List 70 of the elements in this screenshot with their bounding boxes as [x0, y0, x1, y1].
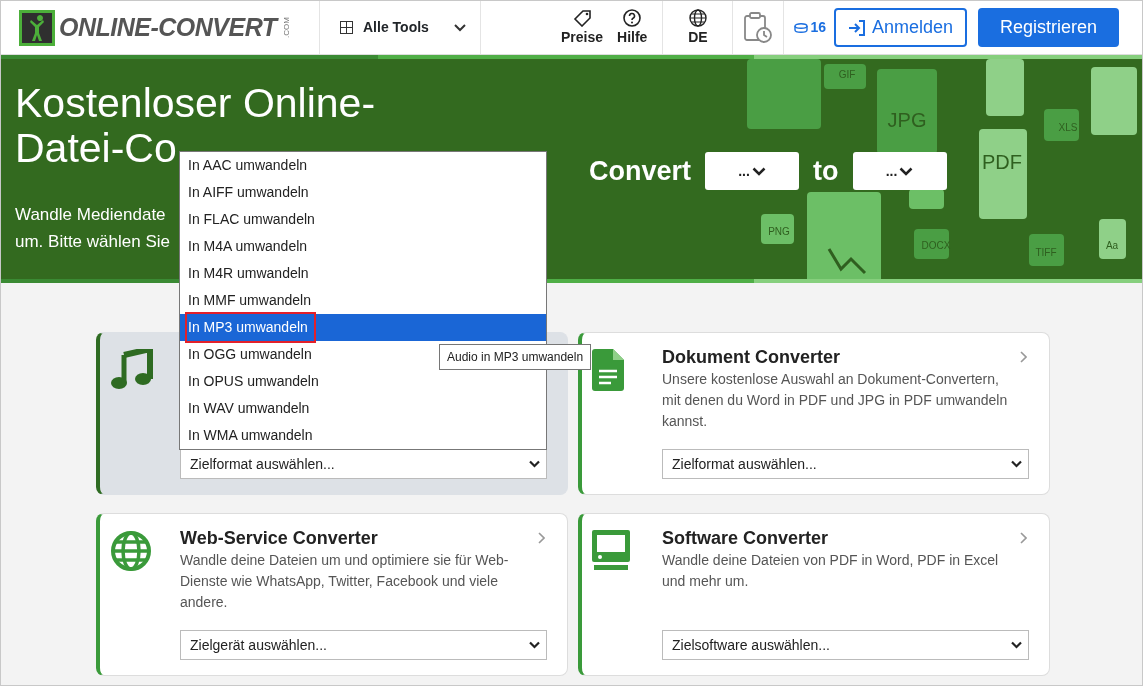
- converter-card[interactable]: Web-Service Converter Wandle deine Dateien um und optimiere sie für Web-Dienste wie WhatsApp, Twitter, Facebook und viele andere. Zielgerät auswählen...: [96, 513, 568, 676]
- dropdown-option[interactable]: In FLAC umwandeln: [180, 206, 546, 233]
- chevron-right-icon: [538, 532, 545, 544]
- select-field[interactable]: Zielformat auswählen...: [180, 449, 547, 479]
- login-button[interactable]: Anmelden: [833, 8, 968, 47]
- file-label: GIF: [838, 69, 856, 80]
- file-label: PDF: [982, 151, 1022, 173]
- hero-title-line: Datei-Co: [15, 126, 177, 172]
- monitor-icon: [592, 530, 630, 572]
- help-link[interactable]: Hilfe: [617, 9, 648, 46]
- chevron-down-icon: [529, 460, 540, 468]
- file-label: TIFF: [1035, 247, 1057, 258]
- dropdown-option[interactable]: In OPUS umwandeln: [180, 368, 546, 395]
- chevron-right-icon: [1020, 532, 1027, 544]
- select-field[interactable]: Zielsoftware auswählen...: [662, 630, 1029, 660]
- logo-icon: [19, 9, 55, 46]
- coins-icon: [794, 22, 809, 33]
- credits-link[interactable]: 16: [794, 17, 826, 38]
- format-select[interactable]: ...: [705, 152, 799, 191]
- file-label: PNG: [768, 226, 790, 237]
- chevron-down-icon: [751, 166, 766, 176]
- dropdown-option[interactable]: In M4R umwandeln: [180, 260, 546, 287]
- chevron-down-icon: [899, 166, 914, 176]
- dropdown-option[interactable]: In MMF umwandeln: [180, 287, 546, 314]
- card-title: Software Converter: [662, 528, 829, 550]
- card-description: Unsere kostenlose Auswahl an Dokument-Convertern, mit denen du Word in PDF und JPG in PDF umwandeln kannst.: [662, 369, 1009, 431]
- pricing-link[interactable]: Preise: [561, 9, 604, 46]
- select-field[interactable]: Zielgerät auswählen...: [180, 630, 547, 660]
- chevron-right-icon: [1020, 351, 1027, 363]
- hero-text-line: Wandle Mediendate: [15, 204, 166, 227]
- sign-in-icon: [847, 19, 866, 36]
- language-link[interactable]: DE: [688, 9, 708, 46]
- chevron-down-icon: [529, 641, 540, 649]
- logo-suffix: .COM: [280, 17, 292, 38]
- file-label: Aa: [1105, 240, 1119, 251]
- globe-icon: [110, 530, 152, 572]
- help-icon: [623, 9, 642, 28]
- clipboard-clock-icon[interactable]: [743, 11, 774, 44]
- dropdown-option[interactable]: In AIFF umwandeln: [180, 179, 546, 206]
- dropdown-option[interactable]: In WAV umwandeln: [180, 395, 546, 422]
- to-label: to: [813, 155, 839, 188]
- register-button[interactable]: Registrieren: [978, 8, 1120, 47]
- card-description: Wandle deine Dateien um und optimiere sie für Web-Dienste wie WhatsApp, Twitter, Facebook und viele andere.: [180, 550, 510, 612]
- document-icon: [592, 349, 624, 391]
- grid-icon: [340, 21, 353, 34]
- convert-label: Convert: [589, 155, 691, 188]
- card-title: Web-Service Converter: [180, 528, 378, 550]
- file-label: DOCX: [921, 240, 951, 251]
- music-note-icon: [110, 349, 154, 391]
- hero-text-line: um. Bitte wählen Sie: [15, 231, 170, 254]
- dropdown-option[interactable]: In WMA umwandeln: [180, 422, 546, 449]
- tag-icon: [573, 9, 591, 28]
- tooltip: Audio in MP3 umwandeln: [439, 344, 592, 370]
- dropdown-option[interactable]: In MP3 umwandeln: [180, 314, 546, 341]
- card-title: Dokument Converter: [662, 347, 841, 369]
- format-select[interactable]: ...: [852, 152, 947, 191]
- caret-icon: [452, 23, 467, 32]
- file-label: XLS: [1058, 122, 1078, 133]
- card-description: Wandle deine Dateien von PDF in Word, PDF in Excel und mehr um.: [662, 550, 1000, 591]
- dropdown-option[interactable]: In M4A umwandeln: [180, 233, 546, 260]
- file-label: JPG: [887, 109, 927, 131]
- dropdown-option[interactable]: In AAC umwandeln: [180, 152, 546, 179]
- chevron-down-icon: [1011, 460, 1022, 468]
- globe-icon: [688, 9, 707, 28]
- hero-title-line: Kostenloser Online-: [15, 81, 376, 127]
- logo-text: ONLINE-CONVERT: [59, 11, 277, 43]
- tools-menu-button[interactable]: Alle Tools: [320, 17, 467, 38]
- select-field[interactable]: Zielformat auswählen...: [662, 449, 1029, 479]
- chevron-down-icon: [1011, 641, 1022, 649]
- converter-card[interactable]: Software Converter Wandle deine Dateien von PDF in Word, PDF in Excel und mehr um. Zielsoftware auswählen...: [578, 513, 1050, 676]
